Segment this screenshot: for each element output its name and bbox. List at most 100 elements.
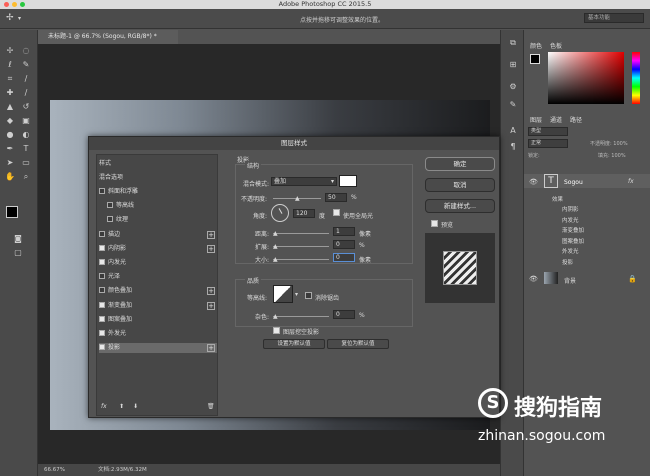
slider-thumb-icon[interactable]: ▲ xyxy=(273,313,278,320)
pen-tool-icon[interactable]: ✒ xyxy=(4,144,16,154)
ok-button[interactable]: 确定 xyxy=(425,157,495,171)
text-layer-name[interactable]: Sogou xyxy=(564,179,583,186)
background-layer-name[interactable]: 背景 xyxy=(564,276,576,285)
style-checkbox[interactable] xyxy=(107,202,113,209)
style-item[interactable]: 纹理 xyxy=(99,215,217,225)
add-effect-fx-icon[interactable]: fx xyxy=(101,403,107,410)
close-window-button[interactable] xyxy=(4,2,9,7)
style-item[interactable]: 颜色叠加 + xyxy=(99,286,217,296)
effect-item[interactable]: 外发光 xyxy=(562,247,579,255)
new-style-button[interactable]: 新建样式... xyxy=(425,199,495,213)
shape-tool-icon[interactable]: ▭ xyxy=(20,158,32,168)
clone-stamp-icon[interactable]: ▲ xyxy=(4,102,16,112)
quick-select-icon[interactable]: ✎ xyxy=(20,60,32,70)
cancel-button[interactable]: 取消 xyxy=(425,178,495,192)
tab-channels[interactable]: 通道 xyxy=(550,115,562,124)
shadow-color-swatch[interactable] xyxy=(339,175,357,187)
size-input[interactable]: 0 xyxy=(333,253,355,262)
color-picker-field[interactable] xyxy=(548,52,624,104)
character-icon[interactable]: A xyxy=(507,126,519,136)
style-item[interactable]: 光泽 xyxy=(99,272,217,282)
angle-input[interactable]: 120 xyxy=(293,209,315,218)
zoom-level[interactable]: 66.67% xyxy=(44,464,65,476)
visibility-eye-icon[interactable]: 👁 xyxy=(529,275,538,283)
effect-item[interactable]: 内阴影 xyxy=(562,205,579,213)
style-checkbox[interactable] xyxy=(107,216,113,223)
add-style-plus-icon[interactable]: + xyxy=(207,244,215,253)
eraser-tool-icon[interactable]: ◆ xyxy=(4,116,16,126)
make-default-button[interactable]: 设置为默认值 xyxy=(263,339,325,349)
screen-mode-icon[interactable]: ▢ xyxy=(12,248,24,258)
global-light-checkbox[interactable] xyxy=(333,209,340,216)
styles-header[interactable]: 样式 xyxy=(99,159,217,169)
style-checkbox[interactable] xyxy=(99,188,105,194)
style-checkbox[interactable] xyxy=(99,244,105,251)
fg-color-chip[interactable] xyxy=(530,54,540,64)
slider-thumb-icon[interactable]: ▲ xyxy=(295,195,300,202)
opacity-input[interactable]: 50 xyxy=(325,193,347,202)
tab-color[interactable]: 颜色 xyxy=(530,41,542,50)
chevron-down-icon[interactable]: ▾ xyxy=(18,15,21,22)
antialias-checkbox[interactable] xyxy=(305,292,312,299)
tab-paths[interactable]: 路径 xyxy=(570,115,582,124)
contour-picker[interactable] xyxy=(273,285,293,303)
layer-filter-select[interactable]: 类型 xyxy=(528,127,568,136)
move-down-icon[interactable]: ⬇ xyxy=(133,403,138,410)
lasso-tool-icon[interactable]: ℓ xyxy=(4,60,16,70)
effects-group-label[interactable]: 效果 xyxy=(552,195,563,203)
visibility-eye-icon[interactable]: 👁 xyxy=(529,178,538,186)
blend-mode-select[interactable]: 叠加 ▾ xyxy=(271,177,337,186)
history-brush-icon[interactable]: ↺ xyxy=(20,102,32,112)
type-tool-icon[interactable]: T xyxy=(20,144,32,154)
minimize-window-button[interactable] xyxy=(12,2,17,7)
preview-checkbox[interactable] xyxy=(431,220,438,227)
foreground-color-swatch[interactable] xyxy=(6,206,18,218)
delete-effect-icon[interactable]: 🗑 xyxy=(207,403,215,410)
history-icon[interactable]: ⧉ xyxy=(507,38,519,48)
style-checkbox[interactable] xyxy=(99,230,105,237)
eyedropper-icon[interactable]: ∕ xyxy=(20,74,32,84)
add-style-plus-icon[interactable]: + xyxy=(207,230,215,239)
style-item[interactable]: 投影 + xyxy=(99,343,217,354)
slider-thumb-icon[interactable]: ▲ xyxy=(273,256,278,263)
noise-slider[interactable] xyxy=(273,316,329,317)
blend-options-item[interactable]: 混合选项 xyxy=(99,173,217,183)
slider-thumb-icon[interactable]: ▲ xyxy=(273,230,278,237)
properties-icon[interactable]: ⊞ xyxy=(507,60,519,70)
crop-tool-icon[interactable]: ⌗ xyxy=(4,74,16,84)
noise-input[interactable]: 0 xyxy=(333,310,355,319)
style-item[interactable]: 斜面和浮雕 xyxy=(99,187,217,197)
marquee-tool-icon[interactable]: ◌ xyxy=(20,46,32,56)
add-style-plus-icon[interactable]: + xyxy=(207,344,215,353)
style-item[interactable]: 渐变叠加 + xyxy=(99,301,217,311)
layer-fill[interactable]: 填充: 100% xyxy=(598,152,626,159)
reset-default-button[interactable]: 复位为默认值 xyxy=(327,339,389,349)
style-checkbox[interactable] xyxy=(99,330,105,336)
style-checkbox[interactable] xyxy=(99,273,105,280)
chevron-down-icon[interactable]: ▾ xyxy=(295,291,298,298)
tab-layers[interactable]: 图层 xyxy=(530,115,542,124)
style-item[interactable]: 等高线 xyxy=(99,201,217,211)
zoom-window-button[interactable] xyxy=(20,2,25,7)
distance-slider[interactable] xyxy=(273,233,329,234)
adjustments-icon[interactable]: ⚙ xyxy=(507,82,519,92)
spread-slider[interactable] xyxy=(273,246,329,247)
style-item[interactable]: 内发光 xyxy=(99,258,217,268)
style-item[interactable]: 外发光 xyxy=(99,329,217,339)
slider-thumb-icon[interactable]: ▲ xyxy=(273,243,278,250)
add-style-plus-icon[interactable]: + xyxy=(207,301,215,310)
hue-slider[interactable] xyxy=(632,52,640,104)
spread-input[interactable]: 0 xyxy=(333,240,355,249)
layer-fx-icon[interactable]: fx xyxy=(628,178,634,185)
style-item[interactable]: 内阴影 + xyxy=(99,244,217,254)
brush-tool-icon[interactable]: ∕ xyxy=(20,88,32,98)
zoom-tool-icon[interactable]: ⌕ xyxy=(20,172,32,182)
style-item[interactable]: 图案叠加 xyxy=(99,315,217,325)
document-tab[interactable]: 未标题-1 @ 66.7% (Sogou, RGB/8*) * xyxy=(38,30,178,44)
style-checkbox[interactable] xyxy=(99,287,105,294)
distance-input[interactable]: 1 xyxy=(333,227,355,236)
dodge-tool-icon[interactable]: ◐ xyxy=(20,130,32,140)
quick-mask-icon[interactable]: ◙ xyxy=(12,234,24,244)
style-checkbox[interactable] xyxy=(99,259,105,265)
knockout-checkbox[interactable] xyxy=(273,327,280,334)
